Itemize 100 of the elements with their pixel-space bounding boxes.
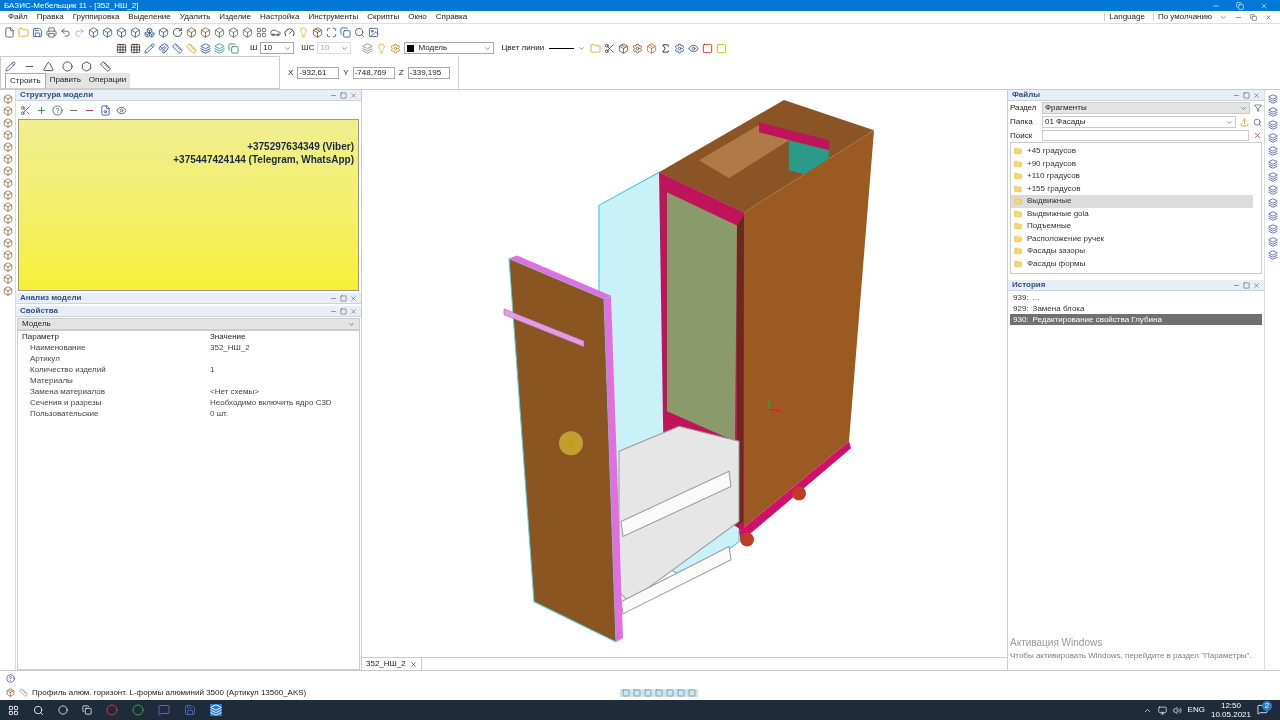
folder-item[interactable]: Подъемные — [1011, 220, 1253, 233]
new-file-icon[interactable] — [4, 26, 15, 38]
notification-icon[interactable] — [1257, 704, 1268, 715]
wire-cube-icon[interactable] — [228, 26, 239, 38]
app-icon[interactable] — [210, 704, 222, 716]
copy-icon[interactable] — [340, 26, 351, 38]
menu-item[interactable]: Окно — [408, 13, 427, 21]
copy-icon[interactable] — [228, 42, 239, 54]
close-icon[interactable] — [409, 660, 417, 668]
restore-icon[interactable] — [1243, 91, 1250, 99]
history-entry[interactable]: 939: ... — [1010, 292, 1262, 303]
messenger-icon[interactable] — [158, 704, 170, 716]
document-search-icon[interactable] — [100, 104, 111, 116]
task-view-icon[interactable] — [82, 705, 92, 715]
save-icon[interactable] — [184, 704, 196, 716]
solid-cube-icon[interactable] — [186, 26, 197, 38]
language-indicator[interactable]: ENG — [1187, 704, 1205, 716]
folder-item[interactable]: +45 градусов — [1011, 145, 1253, 158]
wire-cube-icon[interactable] — [214, 26, 225, 38]
tab[interactable]: Операции — [84, 73, 131, 88]
tab[interactable]: Строить — [5, 73, 46, 88]
eye-icon[interactable] — [116, 104, 127, 116]
picture-icon[interactable] — [368, 26, 379, 38]
magnet-icon[interactable] — [158, 42, 169, 54]
circle-tool-icon[interactable] — [62, 61, 73, 72]
windows-start-icon[interactable] — [8, 704, 19, 716]
clock[interactable]: 12:50 10.05.2021 — [1210, 701, 1251, 719]
close-icon[interactable] — [350, 294, 357, 302]
menu-item[interactable]: Изделие — [219, 13, 251, 21]
scissors-icon[interactable] — [20, 104, 31, 116]
layers-icon[interactable] — [362, 42, 374, 54]
menu-item[interactable]: Настройка — [260, 13, 300, 21]
sigma-icon[interactable] — [660, 42, 672, 54]
folder-item[interactable]: Расположение ручек — [1011, 232, 1253, 245]
polygon-tool-icon[interactable] — [81, 61, 92, 72]
gear-icon[interactable] — [674, 42, 686, 54]
menu-item[interactable]: Группировка — [72, 13, 120, 21]
help-icon[interactable] — [6, 673, 15, 683]
cube-view-icon[interactable] — [116, 26, 127, 38]
cube-view-icon[interactable] — [144, 26, 155, 38]
add-icon[interactable] — [36, 104, 47, 116]
folder-item[interactable]: +90 градусов — [1011, 157, 1253, 170]
folder-item[interactable]: Выдвижные — [1011, 195, 1253, 208]
scissors-icon[interactable] — [604, 42, 616, 54]
network-icon[interactable] — [1157, 705, 1167, 715]
folder-item[interactable]: Фасады зазоры — [1011, 245, 1253, 258]
coordinate-field[interactable]: -339,195 — [407, 66, 450, 79]
close-icon[interactable] — [350, 91, 357, 99]
section-dropdown[interactable]: Фрагменты — [1042, 102, 1250, 114]
volume-icon[interactable] — [1172, 705, 1182, 715]
language-menu[interactable]: Language — [1104, 13, 1145, 21]
layer-icon[interactable] — [1267, 120, 1278, 130]
menu-item[interactable]: Инструменты — [308, 13, 359, 21]
close-icon[interactable] — [1265, 13, 1272, 21]
zoom-fit-icon[interactable] — [326, 26, 337, 38]
restore-icon[interactable] — [340, 91, 347, 99]
sketch-tool-icon[interactable] — [5, 61, 16, 72]
menu-item[interactable]: Выделение — [128, 13, 171, 21]
folder-up-icon[interactable] — [1240, 117, 1249, 127]
history-entry[interactable]: 929: Замена блока — [1010, 303, 1262, 314]
cube-view-icon[interactable] — [130, 26, 141, 38]
help-icon[interactable] — [52, 104, 63, 116]
menu-item[interactable]: Удалить — [179, 13, 211, 21]
solid-cube-icon[interactable] — [200, 26, 211, 38]
menu-item[interactable]: Справка — [435, 13, 468, 21]
coordinate-field[interactable]: -932,61 — [297, 66, 340, 79]
document-tab[interactable]: 352_НШ_2 — [362, 658, 422, 670]
restore-icon[interactable] — [1250, 13, 1257, 21]
tape-icon[interactable] — [186, 42, 197, 54]
folder-item[interactable]: +110 градусов — [1011, 170, 1253, 183]
folder-item[interactable]: Фасады формы — [1011, 257, 1253, 270]
menu-item[interactable]: Скрипты — [367, 13, 400, 21]
search-field[interactable] — [1042, 130, 1249, 141]
search-icon[interactable] — [33, 704, 44, 716]
profile-menu[interactable]: По умолчанию — [1152, 13, 1212, 21]
folder-item[interactable]: +155 градусов — [1011, 182, 1253, 195]
undo-icon[interactable] — [60, 26, 71, 38]
object-dropdown[interactable]: Модель — [17, 318, 360, 330]
coordinate-field[interactable]: -748,769 — [352, 66, 395, 79]
close-icon[interactable] — [1260, 1, 1268, 10]
close-icon[interactable] — [350, 307, 357, 315]
cube-view-icon[interactable] — [102, 26, 113, 38]
line-tool-icon[interactable] — [144, 42, 155, 54]
tab[interactable]: Править — [45, 73, 85, 88]
close-icon[interactable] — [1253, 281, 1260, 289]
menu-item[interactable]: Правка — [36, 13, 64, 21]
layer-dropdown[interactable]: Модель — [404, 42, 495, 54]
cube-view-icon[interactable] — [88, 26, 99, 38]
folder-dropdown[interactable]: 01 Фасады — [1042, 116, 1236, 128]
eye-icon[interactable] — [688, 42, 700, 54]
dimension-tool-icon[interactable] — [100, 61, 111, 72]
wire-cube-icon[interactable] — [242, 26, 253, 38]
width-field[interactable]: 10 — [260, 42, 295, 54]
layers-icon[interactable] — [200, 42, 211, 54]
restore-icon[interactable] — [1243, 281, 1250, 289]
layers-icon[interactable] — [214, 42, 225, 54]
folder-item[interactable]: Выдвижные gola — [1011, 207, 1253, 220]
clear-icon[interactable] — [1253, 131, 1262, 140]
cube-view-icon[interactable] — [158, 26, 169, 38]
close-icon[interactable] — [1253, 91, 1260, 99]
